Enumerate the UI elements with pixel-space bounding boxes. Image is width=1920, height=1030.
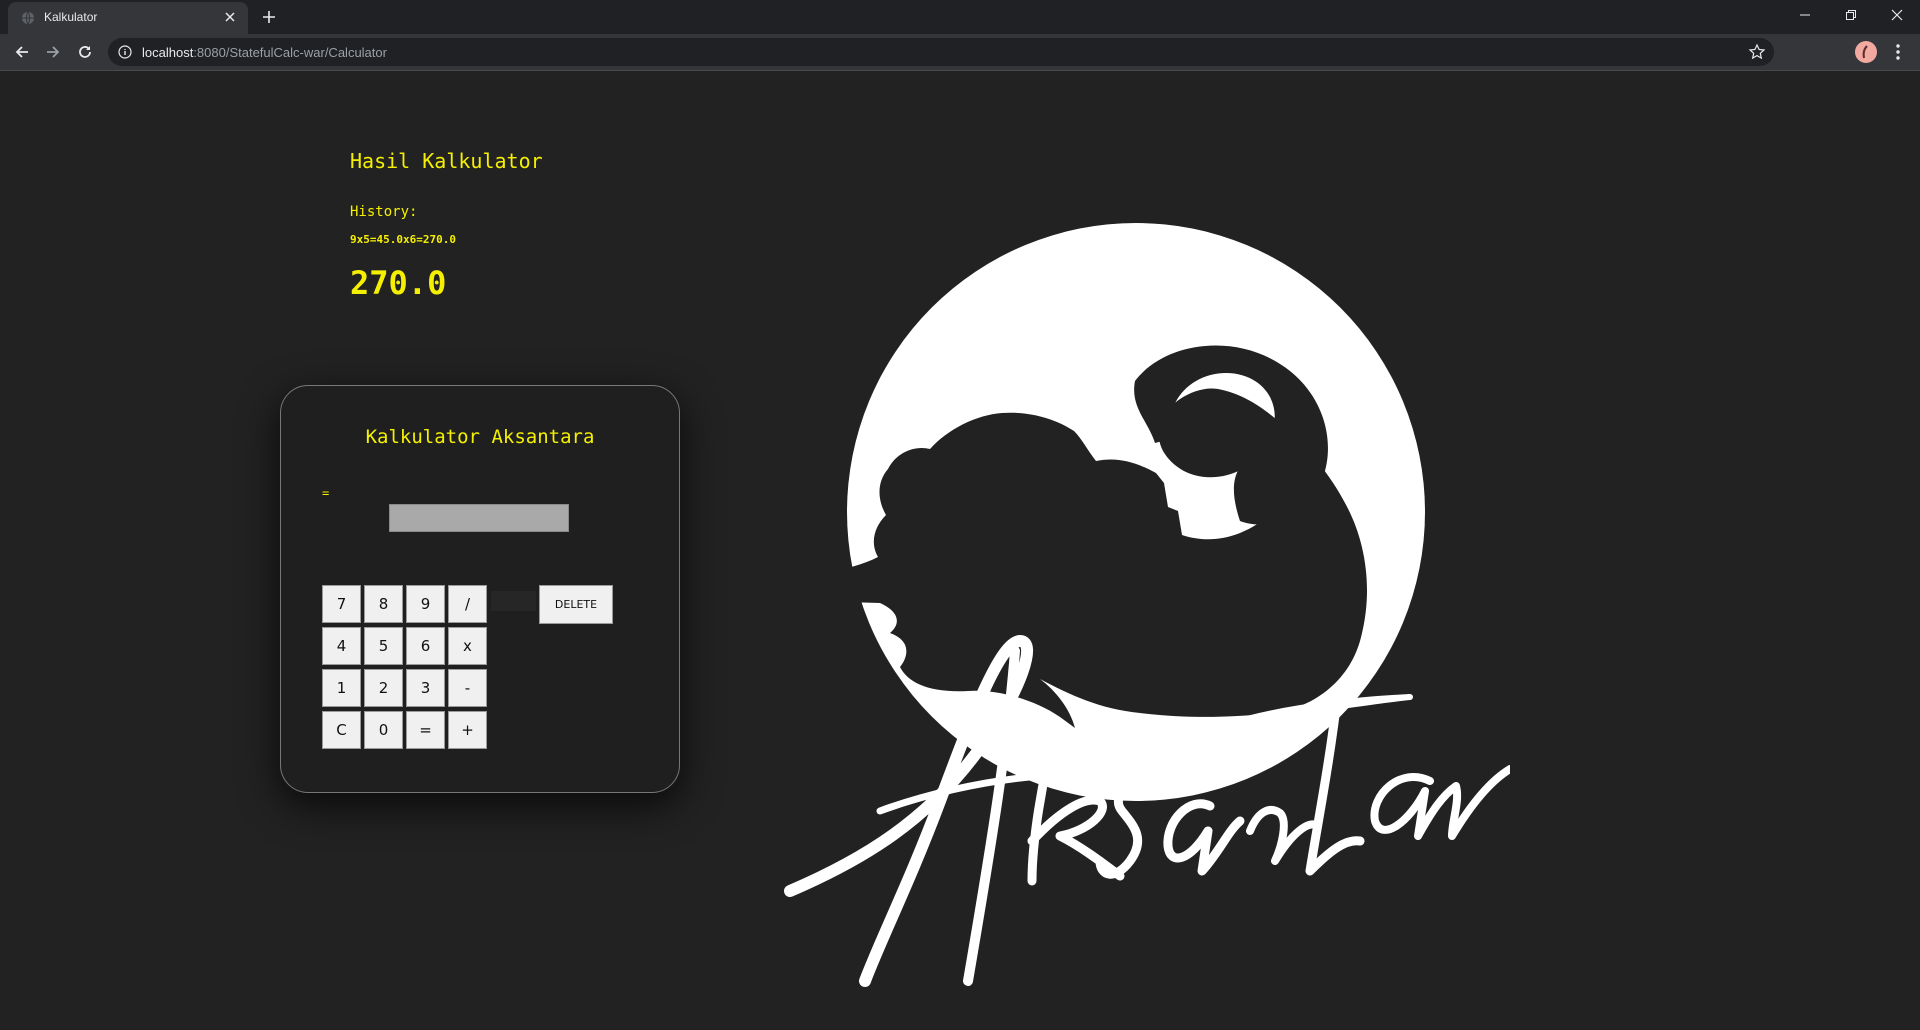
arrow-left-icon [15,46,28,58]
key-subtract[interactable]: - [448,669,487,707]
calculator-display[interactable] [389,504,569,532]
url-host: localhost [142,45,194,60]
key-multiply[interactable]: x [448,627,487,665]
history-value: 9x5=45.0x6=270.0 [350,233,456,246]
browser-toolbar: localhost:8080/StatefulCalc-war/Calculat… [0,34,1920,71]
forward-button[interactable] [41,40,65,64]
calculator-card: Kalkulator Aksantara = 7 8 9 / 4 5 6 x 1… [280,385,680,793]
tab-strip: Kalkulator [0,0,1920,34]
key-6[interactable]: 6 [406,627,445,665]
key-5[interactable]: 5 [364,627,403,665]
key-equals[interactable]: = [406,711,445,749]
arrow-right-icon [47,46,60,58]
key-2[interactable]: 2 [364,669,403,707]
key-9[interactable]: 9 [406,585,445,623]
url-path: :8080/StatefulCalc-war/Calculator [193,45,387,60]
minimize-button[interactable] [1782,0,1828,30]
reload-button[interactable] [73,40,97,64]
close-icon [1891,9,1903,21]
key-clear[interactable]: C [322,711,361,749]
key-0[interactable]: 0 [364,711,403,749]
minimize-icon [1800,14,1810,16]
result-heading: Hasil Kalkulator [350,149,543,173]
close-tab-icon[interactable] [222,9,238,25]
address-bar[interactable]: localhost:8080/StatefulCalc-war/Calculat… [108,38,1774,66]
key-7[interactable]: 7 [322,585,361,623]
calculator-title: Kalkulator Aksantara [365,426,595,448]
new-tab-icon[interactable] [260,8,278,26]
back-button[interactable] [10,40,34,64]
reload-icon [79,46,91,58]
key-divide[interactable]: / [448,585,487,623]
url-text: localhost:8080/StatefulCalc-war/Calculat… [142,45,387,60]
key-4[interactable]: 4 [322,627,361,665]
key-add[interactable]: + [448,711,487,749]
close-window-button[interactable] [1874,0,1920,30]
key-8[interactable]: 8 [364,585,403,623]
key-1[interactable]: 1 [322,669,361,707]
browser-tab[interactable]: Kalkulator [8,2,248,34]
calculator-expression: = [322,486,330,500]
keypad-spacer [491,591,536,611]
globe-icon [22,11,34,25]
result-value: 270.0 [350,264,447,302]
more-vert-icon[interactable] [1890,42,1906,62]
info-icon[interactable] [118,45,132,59]
star-icon[interactable] [1748,43,1766,61]
tab-title: Kalkulator [44,10,98,24]
page-content: Hasil Kalkulator History: 9x5=45.0x6=270… [0,71,1920,1030]
delete-button[interactable]: DELETE [539,585,613,624]
restore-icon [1846,10,1856,20]
history-label: History: [350,204,418,220]
restore-button[interactable] [1828,0,1874,30]
key-3[interactable]: 3 [406,669,445,707]
avatar-icon [1862,45,1868,59]
aksantara-logo [784,223,1510,987]
profile-avatar[interactable] [1855,41,1877,63]
